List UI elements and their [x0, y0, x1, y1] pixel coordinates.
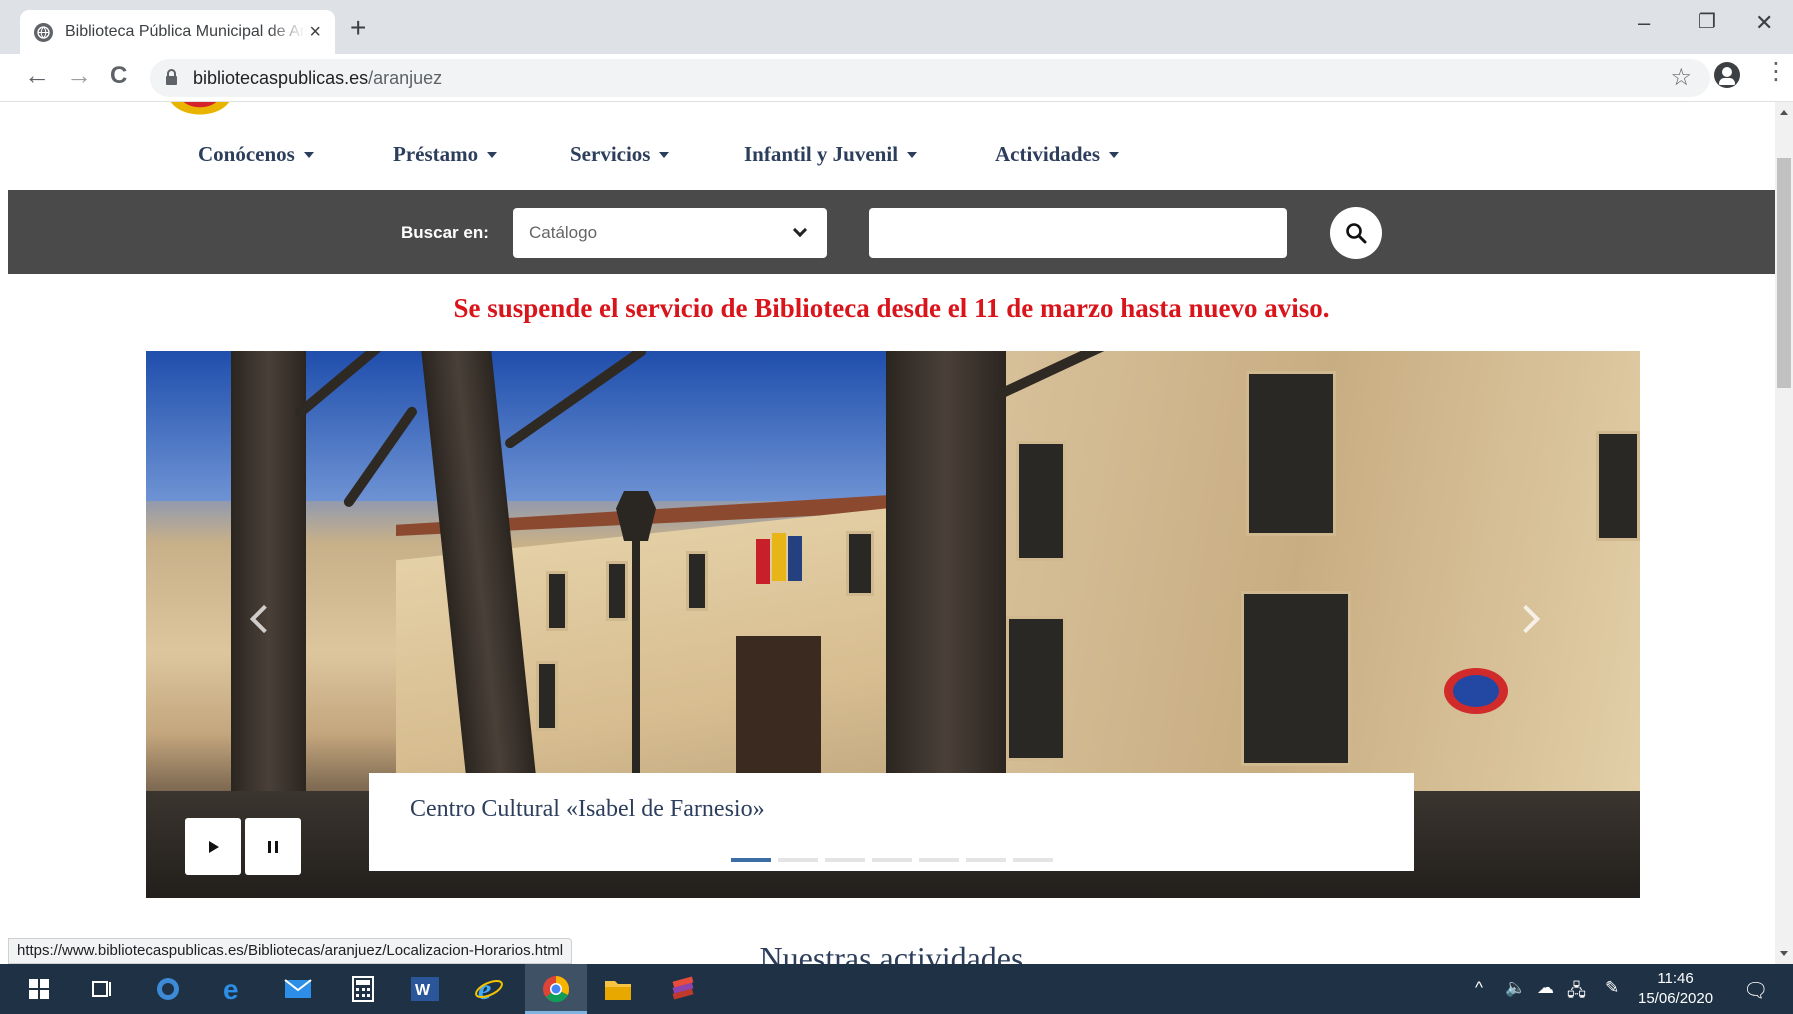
svg-text:e: e [478, 975, 491, 1003]
caret-down-icon [907, 151, 918, 158]
books-app-icon[interactable] [668, 974, 698, 1004]
carousel-indicator[interactable] [825, 858, 865, 862]
carousel-caption: Centro Cultural «Isabel de Farnesio» [369, 773, 1414, 871]
calculator-icon[interactable] [348, 974, 378, 1004]
tab-title: Biblioteca Pública Municipal de Aranjuez [65, 23, 305, 40]
link-status-bubble: https://www.bibliotecaspublicas.es/Bibli… [8, 938, 573, 964]
pause-icon [268, 840, 278, 853]
tab-close-icon[interactable]: × [309, 22, 321, 42]
file-explorer-icon[interactable] [603, 974, 633, 1004]
clock-time: 11:46 [1657, 970, 1694, 987]
page-scrollbar[interactable] [1775, 102, 1793, 964]
nav-item-actividades[interactable]: Actividades [995, 142, 1119, 167]
lock-icon [166, 68, 177, 85]
profile-avatar-icon[interactable] [1714, 62, 1740, 88]
tray-overflow-icon[interactable]: ^ [1475, 978, 1483, 998]
svg-text:W: W [415, 982, 431, 999]
nav-item-conocenos[interactable]: Conócenos [198, 142, 314, 167]
restore-button[interactable]: ❐ [1698, 12, 1716, 32]
carousel-indicator[interactable] [919, 858, 959, 862]
minimize-button[interactable]: – [1638, 12, 1650, 34]
search-bar: Buscar en: Catálogo [8, 190, 1775, 274]
carousel-indicators [731, 858, 1053, 862]
browser-toolbar: ← → C bibliotecaspublicas.es/aranjuez ☆ [0, 54, 1793, 102]
nav-item-servicios[interactable]: Servicios [570, 142, 670, 167]
chrome-icon[interactable] [541, 974, 571, 1004]
forward-button[interactable]: → [66, 62, 92, 88]
volume-icon[interactable]: 🔈 [1505, 978, 1526, 998]
cortana-icon[interactable] [153, 974, 183, 1004]
caret-down-icon [659, 151, 670, 158]
carousel-indicator[interactable] [778, 858, 818, 862]
image-carousel: Centro Cultural «Isabel de Farnesio» [146, 351, 1640, 898]
carousel-indicator[interactable] [731, 858, 771, 862]
browser-tabstrip: Biblioteca Pública Municipal de Aranjuez… [0, 0, 1793, 54]
caret-down-icon [303, 151, 314, 158]
caret-down-icon [1109, 151, 1119, 158]
task-view-icon[interactable] [87, 974, 117, 1004]
search-button[interactable] [1330, 207, 1382, 259]
url-text: bibliotecaspublicas.es/aranjuez [193, 67, 443, 88]
service-notice: Se suspende el servicio de Biblioteca de… [453, 293, 1330, 323]
new-tab-button[interactable]: + [350, 14, 366, 42]
nav-item-infantil-juvenil[interactable]: Infantil y Juvenil [744, 142, 918, 167]
back-button[interactable]: ← [24, 62, 50, 88]
windows-start-icon[interactable] [24, 974, 54, 1004]
browser-menu-icon[interactable]: ⋮ [1764, 60, 1788, 84]
carousel-indicator[interactable] [872, 858, 912, 862]
edge-icon[interactable]: e [218, 974, 248, 1004]
scroll-up-icon[interactable] [1780, 110, 1788, 115]
scrollbar-thumb[interactable] [1777, 158, 1791, 388]
taskbar-clock[interactable]: 11:46 15/06/2020 [1638, 969, 1713, 1009]
caret-down-icon [487, 151, 498, 158]
globe-icon [34, 22, 53, 42]
carousel-pause-button[interactable] [245, 818, 301, 875]
word-icon[interactable]: W [410, 974, 440, 1004]
carousel-play-button[interactable] [185, 818, 241, 875]
mail-icon[interactable] [283, 974, 313, 1004]
carousel-indicator[interactable] [966, 858, 1006, 862]
internet-explorer-icon[interactable]: e [474, 974, 504, 1004]
onedrive-icon[interactable]: ☁ [1537, 978, 1554, 998]
page-viewport: Conócenos Préstamo Servicios Infantil y … [8, 102, 1775, 964]
browser-tab[interactable]: Biblioteca Pública Municipal de Aranjuez… [20, 10, 335, 54]
notification-center-icon[interactable]: 🗨 [1743, 978, 1768, 1003]
bookmark-star-icon[interactable]: ☆ [1670, 63, 1692, 92]
clock-date: 15/06/2020 [1638, 990, 1714, 1007]
network-icon[interactable]: 🖧 [1567, 978, 1586, 1007]
search-scope-select[interactable]: Catálogo [513, 208, 827, 258]
address-bar[interactable]: bibliotecaspublicas.es/aranjuez ☆ [150, 59, 1710, 97]
search-icon [1346, 223, 1367, 244]
pen-icon[interactable]: ✎ [1605, 978, 1619, 998]
carousel-indicator[interactable] [1013, 858, 1053, 862]
scroll-down-icon[interactable] [1780, 951, 1788, 956]
play-icon [209, 840, 219, 853]
windows-taskbar: e W e ^ 🔈 ☁ 🖧 ✎ 11:46 15/06/2020 🗨 [0, 964, 1793, 1014]
svg-text:e: e [223, 976, 239, 1002]
search-input[interactable] [869, 208, 1287, 258]
carousel-caption-title[interactable]: Centro Cultural «Isabel de Farnesio» [410, 796, 765, 823]
chevron-down-icon [792, 222, 808, 238]
search-scope-label: Buscar en: [401, 223, 489, 242]
close-window-button[interactable]: ✕ [1755, 12, 1773, 34]
nav-item-prestamo[interactable]: Préstamo [393, 142, 498, 167]
reload-button[interactable]: C [110, 64, 127, 88]
search-scope-value: Catálogo [529, 223, 598, 242]
main-navigation: Conócenos Préstamo Servicios Infantil y … [8, 102, 1775, 190]
